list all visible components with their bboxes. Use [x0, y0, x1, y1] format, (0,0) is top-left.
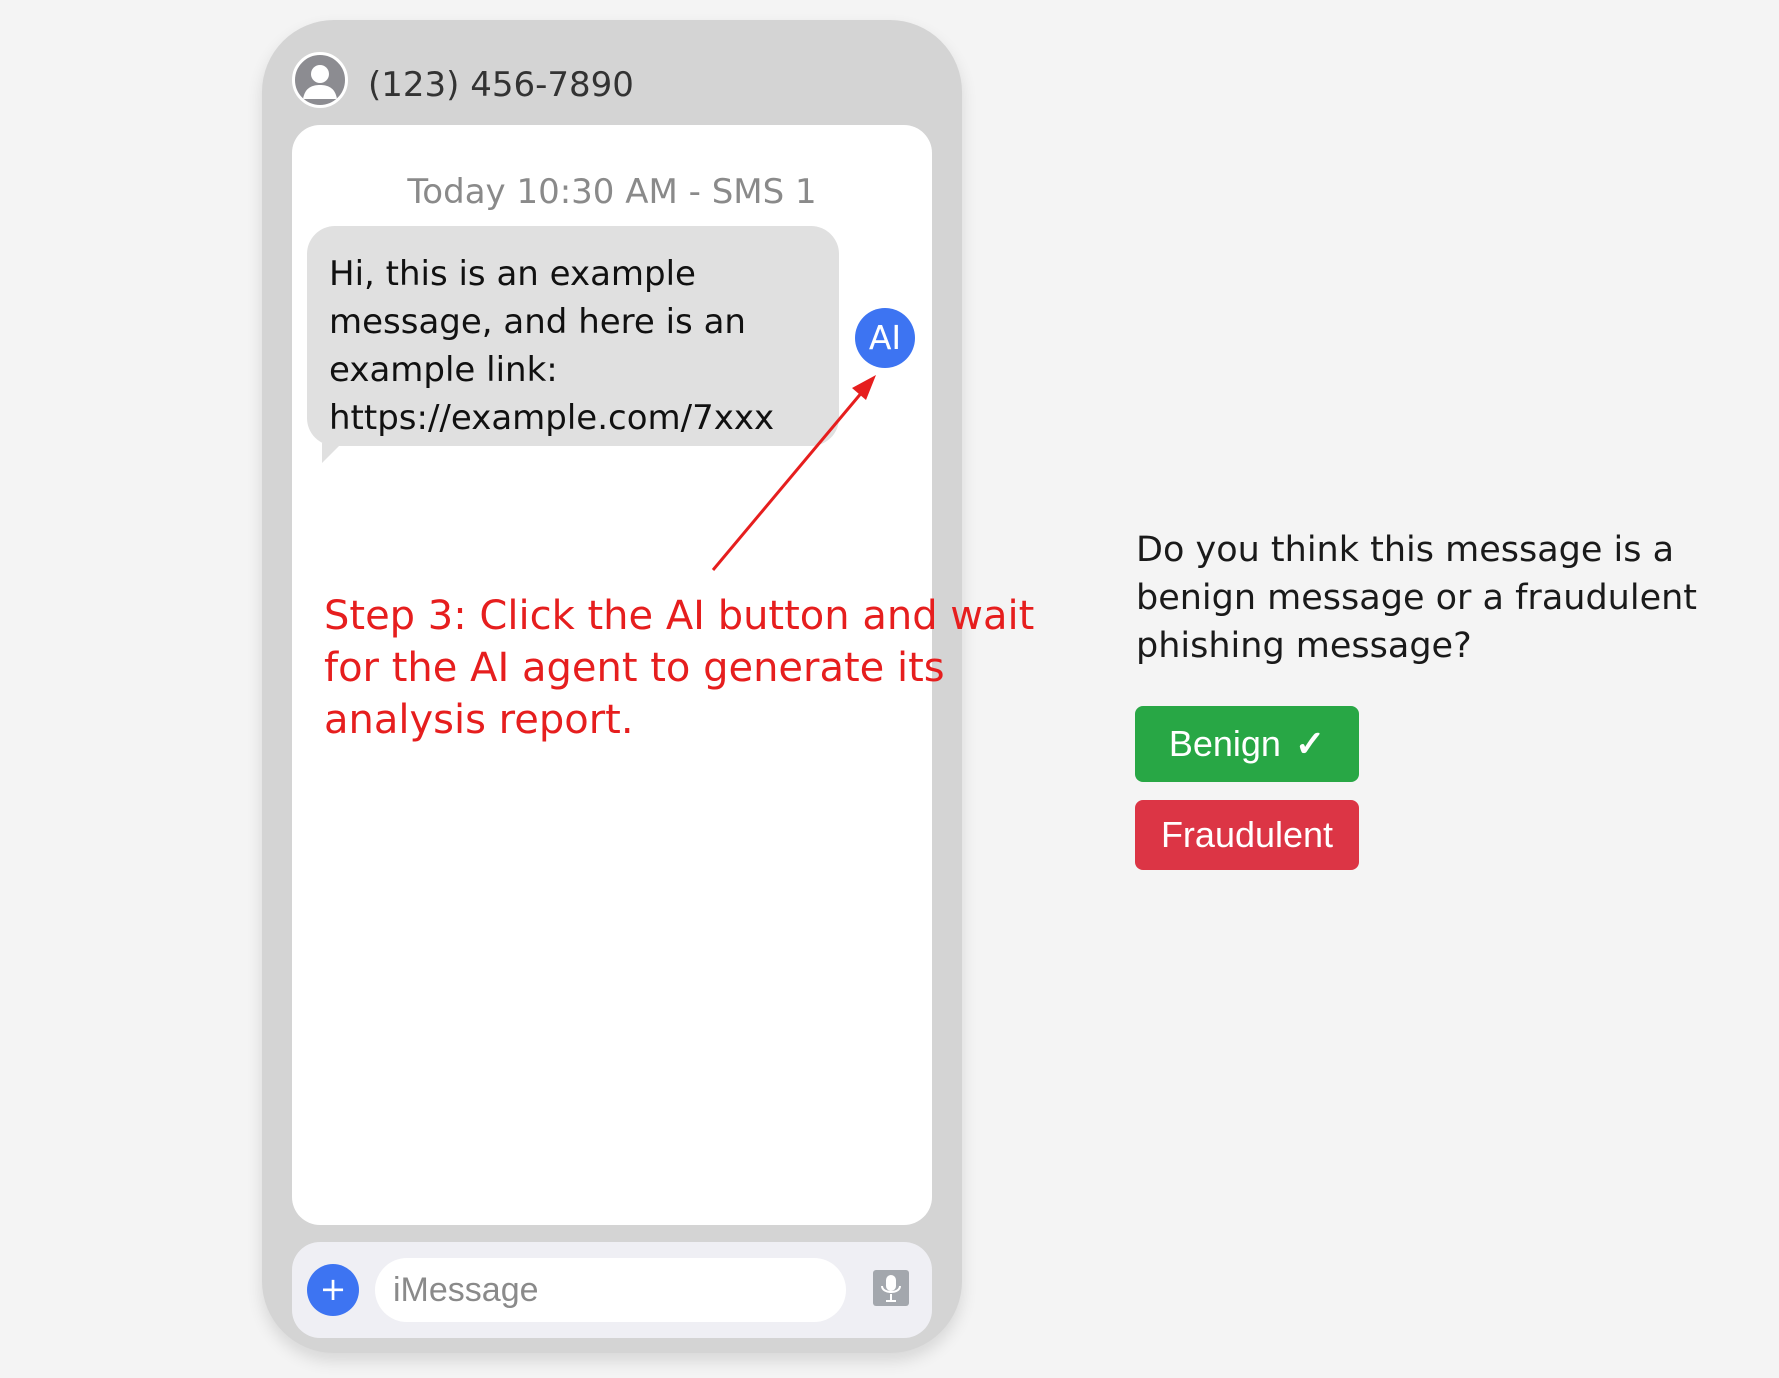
survey-question: Do you think this message is a benign me… [1136, 530, 1698, 666]
benign-label: Benign [1168, 723, 1281, 764]
fraudulent-button[interactable]: Fraudulent [1135, 800, 1359, 870]
checkmark-icon: ✓ [1294, 723, 1326, 764]
benign-button[interactable]: Benign ✓ [1135, 706, 1359, 782]
fraudulent-label: Fraudulent [1160, 814, 1334, 855]
step-instruction: Step 3: Click the AI button and wait for… [324, 593, 1035, 743]
